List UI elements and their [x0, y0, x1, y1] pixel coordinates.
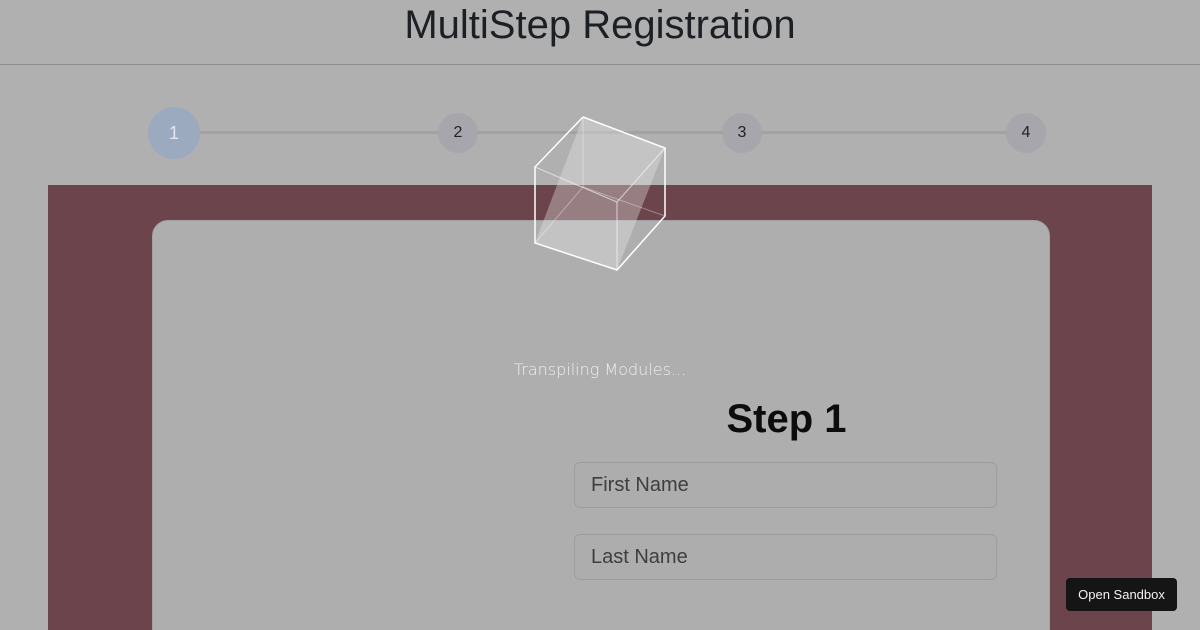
step-indicator-3[interactable]: 3: [722, 113, 762, 153]
step-title: Step 1: [726, 397, 847, 441]
page-header: MultiStep Registration: [0, 0, 1200, 65]
app-page: MultiStep Registration 1 2 3 4 Step 1 Tr…: [0, 0, 1200, 630]
page-title: MultiStep Registration: [404, 3, 796, 47]
cube-icon: [534, 116, 666, 271]
loading-status-text: Transpiling Modules...: [513, 360, 687, 379]
step-indicator-1[interactable]: 1: [148, 107, 200, 159]
step-indicator-2[interactable]: 2: [438, 113, 478, 153]
step-indicator-4[interactable]: 4: [1006, 113, 1046, 153]
last-name-input[interactable]: [574, 534, 997, 580]
first-name-input[interactable]: [574, 462, 997, 508]
open-sandbox-button[interactable]: Open Sandbox: [1066, 578, 1177, 611]
